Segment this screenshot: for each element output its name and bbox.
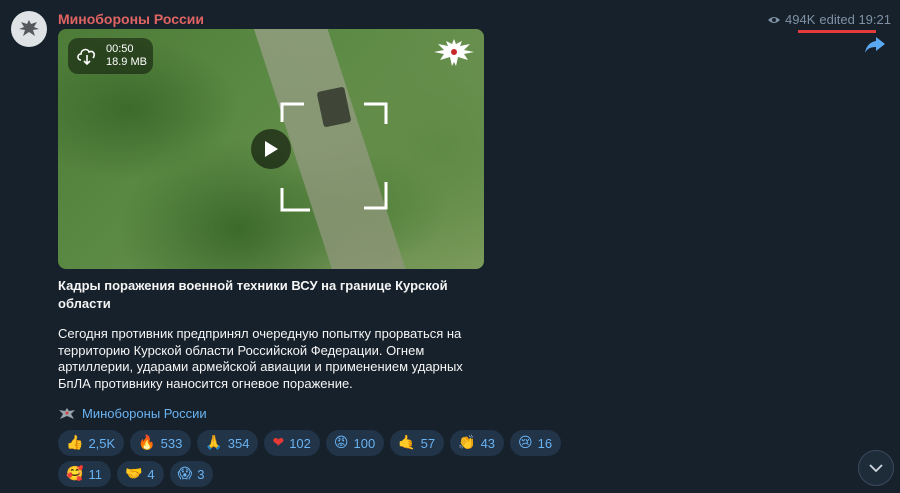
reaction-cry[interactable]: 😢 16 xyxy=(510,430,562,456)
post-signature[interactable]: Минобороны России xyxy=(58,406,207,421)
reaction-count: 57 xyxy=(420,435,436,451)
reaction-count: 2,5K xyxy=(88,435,116,451)
post-title: Кадры поражения военной техники ВСУ на г… xyxy=(58,278,448,311)
cloud-download-icon xyxy=(77,48,96,66)
reaction-scream[interactable]: 😱 3 xyxy=(169,461,214,487)
crying-face-icon: 😢 xyxy=(518,435,533,451)
reaction-count: 4 xyxy=(147,466,155,482)
handshake-icon: 🤝 xyxy=(124,466,143,482)
call-me-hand-icon: 🤙 xyxy=(398,435,416,451)
screaming-face-icon: 😱 xyxy=(177,466,193,482)
reaction-count: 43 xyxy=(480,435,496,451)
highlight-underline xyxy=(798,30,876,33)
reaction-love[interactable]: 🥰 11 xyxy=(58,461,111,487)
clapping-hands-icon: 👏 xyxy=(458,435,476,451)
video-size: 18.9 MB xyxy=(106,56,147,68)
reaction-count: 16 xyxy=(537,435,553,451)
channel-name[interactable]: Минобороны России xyxy=(58,11,204,27)
reaction-heart[interactable]: ❤ 102 xyxy=(264,430,320,456)
reactions-bar: 👍 2,5K 🔥 533 🙏 354 ❤ 102 😡 100 🤙 57 👏 43… xyxy=(58,430,618,487)
heart-icon: ❤ xyxy=(272,435,285,451)
reaction-count: 354 xyxy=(227,435,250,451)
video-duration: 00:50 xyxy=(106,43,134,55)
reaction-count: 533 xyxy=(160,435,183,451)
smiling-hearts-icon: 🥰 xyxy=(66,466,84,482)
target-crosshair xyxy=(280,102,388,212)
signature-text: Минобороны России xyxy=(82,406,207,421)
post-body: Сегодня противник предпринял очередную п… xyxy=(58,326,463,391)
reaction-call-me[interactable]: 🤙 57 xyxy=(390,430,445,456)
edited-time: edited 19:21 xyxy=(819,12,891,27)
angry-face-icon: 😡 xyxy=(333,435,349,451)
reaction-clap[interactable]: 👏 43 xyxy=(450,430,505,456)
message-meta: 494K edited 19:21 xyxy=(767,12,891,27)
reaction-fire[interactable]: 🔥 533 xyxy=(130,430,192,456)
thumbs-up-icon: 👍 xyxy=(66,435,84,451)
share-icon[interactable] xyxy=(864,36,886,54)
reaction-count: 3 xyxy=(197,466,205,482)
reaction-count: 102 xyxy=(289,435,311,451)
reaction-angry[interactable]: 😡 100 xyxy=(325,430,385,456)
download-badge[interactable]: 00:50 18.9 MB xyxy=(68,38,153,74)
play-icon xyxy=(265,141,278,157)
views-count: 494K xyxy=(785,12,816,27)
reaction-handshake[interactable]: 🤝 4 xyxy=(116,461,164,487)
play-button[interactable] xyxy=(251,129,291,169)
praying-hands-icon: 🙏 xyxy=(205,435,223,451)
channel-avatar[interactable] xyxy=(11,11,47,47)
reaction-pray[interactable]: 🙏 354 xyxy=(197,430,259,456)
chevron-down-icon xyxy=(869,464,883,473)
eagle-icon xyxy=(59,407,75,419)
scroll-down-button[interactable] xyxy=(858,450,894,486)
mod-emblem-icon xyxy=(19,20,39,36)
download-info: 00:50 18.9 MB xyxy=(106,43,147,69)
eye-icon xyxy=(768,16,781,23)
eagle-emblem-icon xyxy=(434,39,474,66)
reaction-count: 11 xyxy=(88,466,102,482)
reaction-count: 100 xyxy=(353,435,376,451)
reaction-thumbs-up[interactable]: 👍 2,5K xyxy=(58,430,125,456)
video-player[interactable]: 00:50 18.9 MB xyxy=(58,29,484,269)
fire-icon: 🔥 xyxy=(138,435,156,451)
